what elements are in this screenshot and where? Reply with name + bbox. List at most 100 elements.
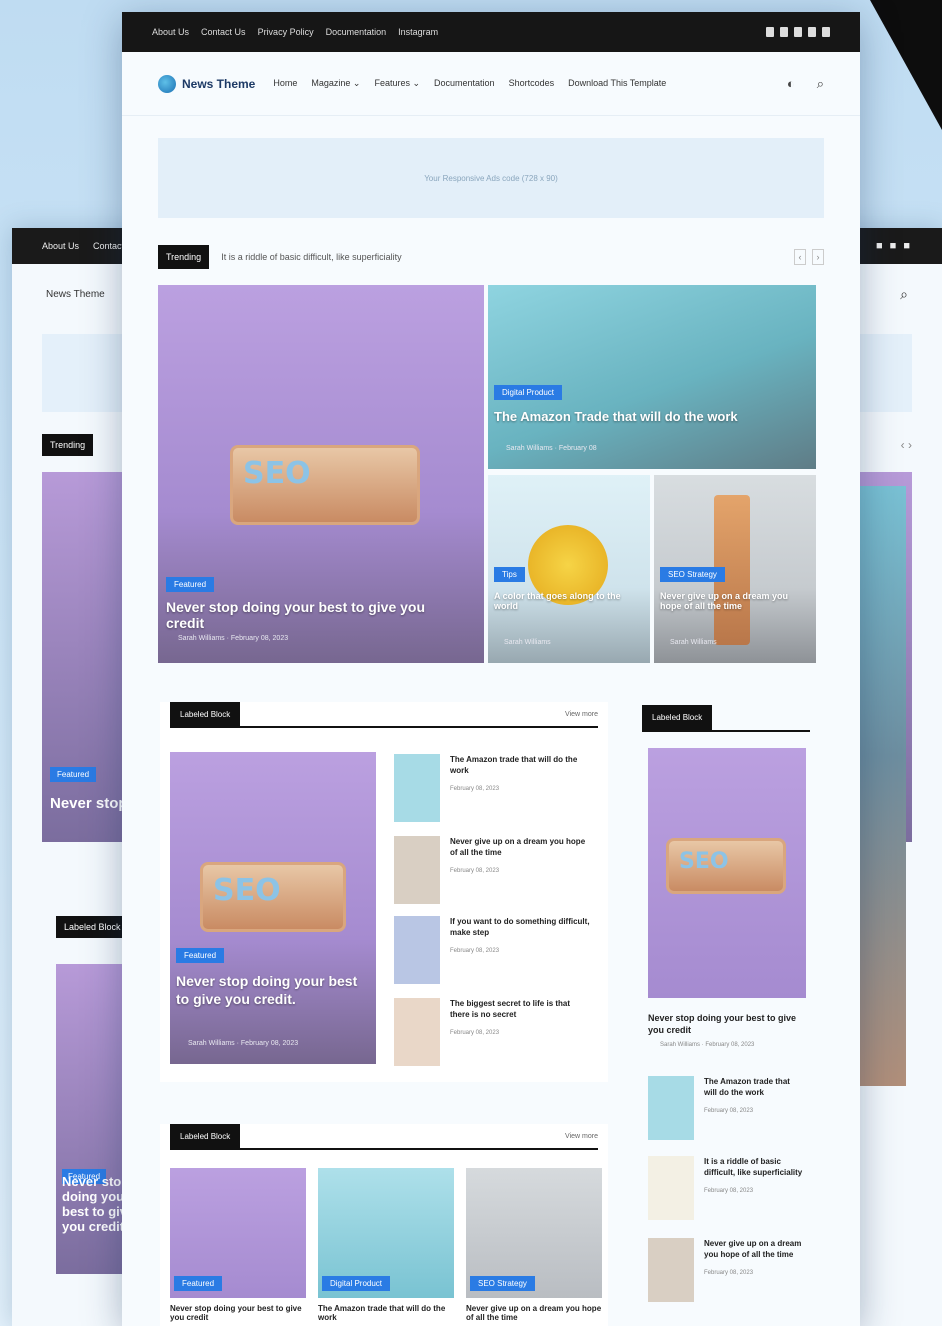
ad-text: Your Responsive Ads code (728 x 90): [424, 173, 558, 183]
block1-header: Labeled Block View more: [170, 701, 598, 728]
back-topbar-link[interactable]: About Us: [42, 241, 79, 251]
list-item-title[interactable]: The biggest secret to life is that there…: [450, 998, 590, 1020]
sidebar-main-meta: Sarah Williams · February 08, 2023: [660, 1042, 755, 1048]
front-mockup-page: About Us Contact Us Privacy Policy Docum…: [122, 12, 860, 1326]
list-item-date: February 08, 2023: [450, 948, 500, 954]
main-nav: Home Magazine ⌄ Features ⌄ Documentation…: [273, 78, 666, 89]
block1-view-more[interactable]: View more: [565, 711, 598, 718]
topbar-link-contact[interactable]: Contact Us: [201, 27, 246, 37]
nav-item-documentation[interactable]: Documentation: [434, 78, 495, 89]
hero-main-title[interactable]: Never stop doing your best to give you c…: [166, 599, 466, 631]
instagram-icon[interactable]: [794, 27, 802, 37]
hero-grid: SEO Featured Never stop doing your best …: [158, 285, 818, 663]
sidebar-main-title[interactable]: Never stop doing your best to give you c…: [648, 1012, 808, 1036]
grid-card-title[interactable]: The Amazon trade that will do the work: [318, 1304, 454, 1322]
list-item-title[interactable]: Never give up on a dream you hope of all…: [450, 836, 590, 858]
trending-headline[interactable]: It is a riddle of basic difficult, like …: [221, 252, 401, 262]
back-social-icons[interactable]: ■ ■ ■: [876, 240, 912, 252]
list-thumb: [394, 998, 440, 1066]
block2-label: Labeled Block: [170, 1123, 241, 1149]
nav-item-shortcodes[interactable]: Shortcodes: [509, 78, 555, 89]
hero-top-right-tile[interactable]: Digital Product The Amazon Trade that wi…: [488, 285, 816, 469]
list-item-date: February 08, 2023: [450, 868, 500, 874]
sidebar-list-item[interactable]: The Amazon trade that will do the work Fe…: [648, 1076, 804, 1140]
block1-main-tile[interactable]: SEO Featured Never stop doing your best …: [170, 752, 376, 1064]
list-thumb: [394, 836, 440, 904]
list-item-title[interactable]: The Amazon trade that will do the work: [704, 1076, 804, 1098]
grid-card-category[interactable]: SEO Strategy: [470, 1276, 535, 1291]
list-item-date: February 08, 2023: [704, 1188, 754, 1194]
back-ticker-arrows[interactable]: ‹ ›: [901, 438, 912, 452]
theme-toggle-icon[interactable]: ◐: [787, 76, 795, 92]
hero-bottom-right-title[interactable]: Never give up on a dream you hope of all…: [660, 591, 810, 611]
logo-text: News Theme: [182, 76, 256, 91]
grid-card-category[interactable]: Featured: [174, 1276, 223, 1291]
block1-main-category[interactable]: Featured: [176, 948, 225, 963]
hero-top-right-category[interactable]: Digital Product: [494, 385, 563, 400]
back-trending-label: Trending: [42, 434, 94, 456]
hero-main-category[interactable]: Featured: [166, 577, 215, 592]
seo-illustration: SEO: [230, 445, 420, 525]
corner-decoration: [870, 0, 942, 130]
list-item-title[interactable]: The Amazon trade that will do the work: [450, 754, 590, 776]
nav-item-home[interactable]: Home: [273, 78, 297, 89]
trending-bar: Trending It is a riddle of basic difficu…: [158, 244, 824, 270]
sidebar-list-item[interactable]: It is a riddle of basic difficult, like …: [648, 1156, 804, 1220]
back-block-label: Labeled Block: [56, 916, 129, 938]
chevron-left-icon[interactable]: ‹: [794, 249, 806, 265]
topbar-link-privacy[interactable]: Privacy Policy: [258, 27, 314, 37]
list-item[interactable]: If you want to do something difficult, m…: [394, 916, 590, 984]
grid-card[interactable]: Featured: [170, 1168, 306, 1298]
list-item-title[interactable]: Never give up on a dream you hope of all…: [704, 1238, 804, 1260]
topbar-link-docs[interactable]: Documentation: [326, 27, 387, 37]
grid-card-title[interactable]: Never give up on a dream you hope of all…: [466, 1304, 602, 1322]
facebook-icon[interactable]: [766, 27, 774, 37]
nav-item-magazine[interactable]: Magazine ⌄: [311, 78, 360, 89]
list-item-title[interactable]: It is a riddle of basic difficult, like …: [704, 1156, 804, 1178]
back-hero-category[interactable]: Featured: [50, 767, 97, 782]
topbar-link-instagram[interactable]: Instagram: [398, 27, 438, 37]
hero-bottom-right-category[interactable]: SEO Strategy: [660, 567, 725, 582]
search-icon[interactable]: ⌕: [817, 76, 824, 92]
ad-banner[interactable]: Your Responsive Ads code (728 x 90): [158, 138, 824, 218]
list-item[interactable]: The Amazon trade that will do the work Fe…: [394, 754, 590, 822]
hero-bottom-left-meta: Sarah Williams: [504, 639, 551, 646]
hero-bottom-right-tile[interactable]: SEO Strategy Never give up on a dream yo…: [654, 475, 816, 663]
grid-card[interactable]: Digital Product: [318, 1168, 454, 1298]
topbar: About Us Contact Us Privacy Policy Docum…: [122, 12, 860, 52]
grid-card[interactable]: SEO Strategy: [466, 1168, 602, 1298]
block1-main-title[interactable]: Never stop doing your best to give you c…: [176, 972, 366, 1008]
twitter-icon[interactable]: [780, 27, 788, 37]
site-logo[interactable]: News Theme: [158, 74, 256, 93]
block2-header: Labeled Block View more: [170, 1123, 598, 1150]
hero-bottom-left-title[interactable]: A color that goes along to the world: [494, 591, 644, 611]
trending-label: Trending: [158, 245, 210, 269]
nav-item-download[interactable]: Download This Template: [568, 78, 666, 89]
chevron-right-icon[interactable]: ›: [812, 249, 824, 265]
list-item-date: February 08, 2023: [704, 1108, 754, 1114]
grid-card-category[interactable]: Digital Product: [322, 1276, 391, 1291]
topbar-link-about[interactable]: About Us: [152, 27, 189, 37]
hero-bottom-left-category[interactable]: Tips: [494, 567, 525, 582]
search-icon[interactable]: ⌕: [900, 286, 908, 303]
ticker-arrows: ‹ ›: [794, 249, 824, 265]
sidebar-main-tile[interactable]: SEO: [648, 748, 806, 998]
hero-bottom-right-meta: Sarah Williams: [670, 639, 717, 646]
sidebar-label: Labeled Block: [642, 705, 713, 730]
block1-main-meta: Sarah Williams · February 08, 2023: [188, 1040, 299, 1047]
list-item[interactable]: Never give up on a dream you hope of all…: [394, 836, 590, 904]
list-item-title[interactable]: If you want to do something difficult, m…: [450, 916, 590, 938]
block2-view-more[interactable]: View more: [565, 1133, 598, 1140]
back-logo[interactable]: News Theme: [46, 289, 105, 300]
social-icons: [766, 27, 830, 37]
youtube-icon[interactable]: [808, 27, 816, 37]
hero-main-tile[interactable]: SEO Featured Never stop doing your best …: [158, 285, 484, 663]
list-item[interactable]: The biggest secret to life is that there…: [394, 998, 590, 1066]
list-item-date: February 08, 2023: [450, 1030, 500, 1036]
sidebar-list-item[interactable]: Never give up on a dream you hope of all…: [648, 1238, 804, 1302]
grid-card-title[interactable]: Never stop doing your best to give you c…: [170, 1304, 306, 1322]
nav-item-features[interactable]: Features ⌄: [374, 78, 420, 89]
hero-top-right-title[interactable]: The Amazon Trade that will do the work: [494, 409, 794, 424]
pinterest-icon[interactable]: [822, 27, 830, 37]
hero-bottom-left-tile[interactable]: Tips A color that goes along to the worl…: [488, 475, 650, 663]
